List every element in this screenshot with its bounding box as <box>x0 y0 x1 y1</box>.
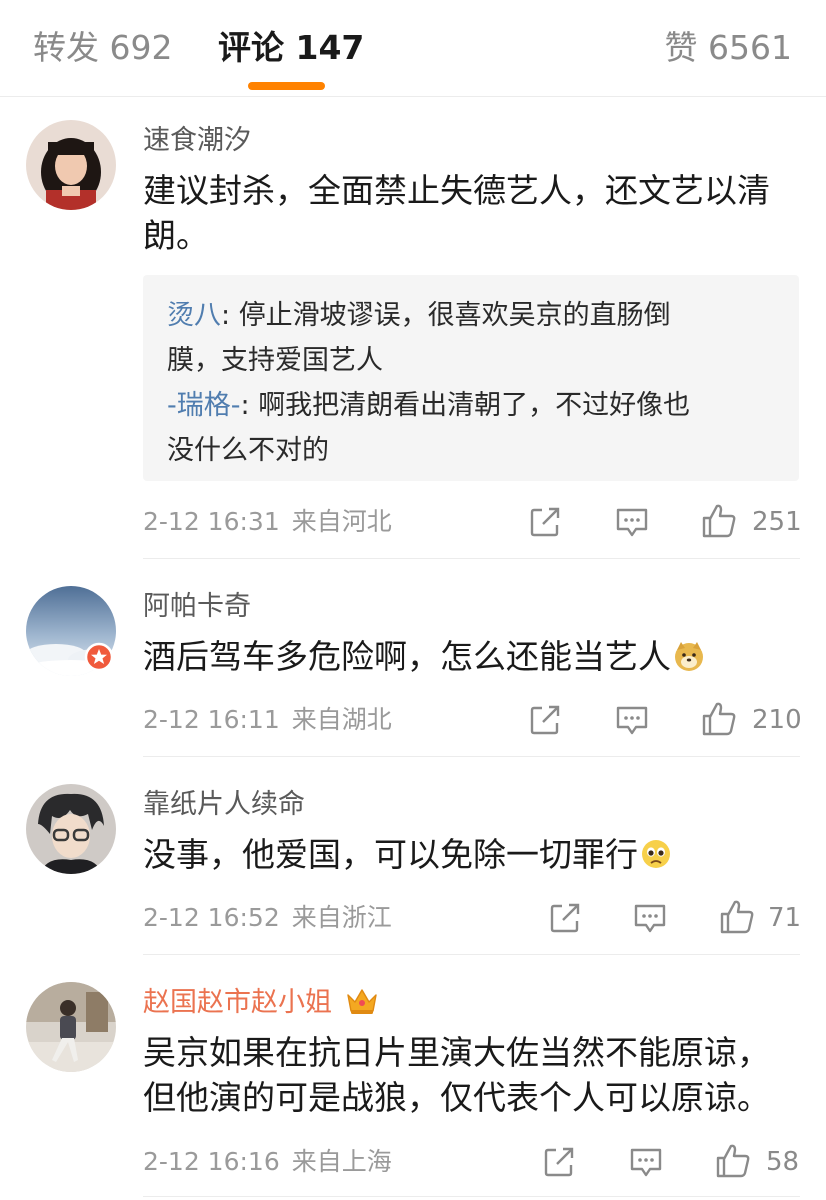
comment-text: 酒后驾车多危险啊，怎么还能当艺人 <box>143 634 803 679</box>
tab-likes[interactable]: 赞 6561 <box>665 28 792 68</box>
like-count: 251 <box>752 507 802 537</box>
like-count: 210 <box>752 705 802 735</box>
comment-icon[interactable] <box>632 901 668 935</box>
avatar[interactable] <box>26 784 116 874</box>
comment-time: 2-12 16:11 <box>143 705 280 734</box>
like-icon[interactable] <box>700 700 738 738</box>
comment-meta: 2-12 16:11 来自湖北 <box>143 704 392 736</box>
divider <box>143 756 800 757</box>
reply-item: 烫八: 停止滑坡谬误，很喜欢吴京的直肠倒 膜，支持爱国艺人 <box>167 300 671 376</box>
comment-location: 来自河北 <box>291 507 392 536</box>
share-icon[interactable] <box>548 901 582 935</box>
tab-comments[interactable]: 评论 147 <box>218 28 364 68</box>
like-count: 58 <box>766 1147 800 1177</box>
comment-location: 来自上海 <box>291 1147 392 1176</box>
divider <box>143 954 800 955</box>
avatar[interactable] <box>26 982 116 1072</box>
comment-location: 来自湖北 <box>291 705 392 734</box>
comment-username[interactable]: 阿帕卡奇 <box>143 590 251 624</box>
comment-time: 2-12 16:52 <box>143 903 280 932</box>
comment-icon[interactable] <box>628 1145 664 1179</box>
comment-text: 吴京如果在抗日片里演大佐当然不能原谅， 但他演的可是战狼，仅代表个人可以原谅。 <box>143 1033 770 1117</box>
share-icon[interactable] <box>528 703 562 737</box>
avatar[interactable] <box>26 120 116 210</box>
comment-meta: 2-12 16:52 来自浙江 <box>143 902 392 934</box>
like-icon[interactable] <box>700 502 738 540</box>
comment-time: 2-12 16:16 <box>143 1147 280 1176</box>
comment-username[interactable]: 赵国赵市赵小姐 <box>143 986 379 1020</box>
divider <box>143 558 800 559</box>
share-icon[interactable] <box>528 505 562 539</box>
active-tab-indicator <box>248 82 325 90</box>
comment-text: 没事，他爱国，可以免除一切罪行 <box>143 832 803 877</box>
comment-username[interactable]: 速食潮汐 <box>143 124 251 158</box>
divider <box>143 1196 800 1197</box>
comment-text: 建议封杀，全面禁止失德艺人，还文艺以清 朗。 <box>143 171 770 255</box>
pleading-emoji <box>642 840 670 868</box>
reply-item: -瑞格-: 啊我把清朗看出清朝了，不过好像也 没什么不对的 <box>167 390 691 466</box>
comment-username[interactable]: 靠纸片人续命 <box>143 788 305 822</box>
tab-reposts[interactable]: 转发 692 <box>33 28 172 68</box>
comment-time: 2-12 16:31 <box>143 507 280 536</box>
like-count: 71 <box>768 903 802 933</box>
comment-meta: 2-12 16:16 来自上海 <box>143 1146 392 1178</box>
like-icon[interactable] <box>714 1142 752 1180</box>
reply-username[interactable]: -瑞格- <box>167 390 241 421</box>
comment-icon[interactable] <box>614 703 650 737</box>
like-icon[interactable] <box>718 898 756 936</box>
doge-emoji <box>675 642 703 671</box>
comment-icon[interactable] <box>614 505 650 539</box>
share-icon[interactable] <box>542 1145 576 1179</box>
comment-tabs: 转发 692 评论 147 赞 6561 <box>0 0 826 97</box>
reply-username[interactable]: 烫八 <box>167 300 221 331</box>
reply-list[interactable]: 烫八: 停止滑坡谬误，很喜欢吴京的直肠倒 膜，支持爱国艺人 -瑞格-: 啊我把清… <box>143 275 799 481</box>
verified-badge-icon <box>84 642 114 672</box>
comment-meta: 2-12 16:31 来自河北 <box>143 506 392 538</box>
comment-location: 来自浙江 <box>291 903 392 932</box>
crown-icon <box>346 989 377 1014</box>
